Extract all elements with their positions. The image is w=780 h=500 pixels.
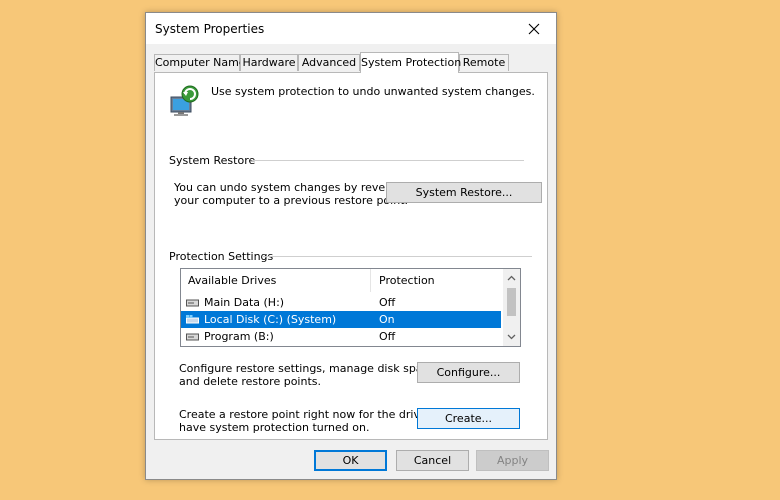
drive-protection: Off — [379, 330, 396, 343]
drives-list-header: Available Drives Protection — [181, 269, 501, 292]
tab-remote[interactable]: Remote — [459, 54, 509, 71]
hard-drive-icon — [186, 299, 199, 307]
tab-computer-name[interactable]: Computer Name — [154, 54, 246, 71]
system-properties-window: System Properties Computer Name Hardware… — [145, 12, 557, 480]
protection-settings-divider — [263, 256, 532, 257]
ok-button[interactable]: OK — [314, 450, 387, 471]
drive-row-main-data[interactable]: Main Data (H:) Off — [181, 294, 501, 311]
system-restore-description: You can undo system changes by reverting… — [174, 181, 411, 207]
drives-scrollbar[interactable] — [503, 269, 520, 346]
drive-name: Main Data (H:) — [204, 296, 285, 309]
title-bar[interactable]: System Properties — [146, 13, 556, 44]
drive-name: Program (B:) — [204, 330, 274, 343]
close-button[interactable] — [512, 13, 556, 44]
hard-drive-icon — [186, 333, 199, 341]
chevron-down-icon — [507, 334, 516, 340]
drive-row-local-disk[interactable]: Local Disk (C:) (System) On — [181, 311, 501, 328]
create-button[interactable]: Create... — [417, 408, 520, 429]
scroll-thumb[interactable] — [507, 288, 516, 316]
tab-advanced[interactable]: Advanced — [298, 54, 360, 71]
system-protection-icon — [169, 83, 201, 117]
system-protection-panel: Use system protection to undo unwanted s… — [154, 72, 548, 440]
close-icon — [528, 23, 540, 34]
intro-text: Use system protection to undo unwanted s… — [211, 85, 535, 98]
apply-button[interactable]: Apply — [476, 450, 549, 471]
system-restore-group-label: System Restore — [169, 154, 256, 167]
cancel-button[interactable]: Cancel — [396, 450, 469, 471]
window-title: System Properties — [155, 22, 265, 36]
tab-system-protection[interactable]: System Protection — [360, 52, 461, 73]
scroll-up-button[interactable] — [503, 270, 520, 286]
chevron-up-icon — [507, 275, 516, 281]
drive-protection: On — [379, 313, 395, 326]
tab-hardware[interactable]: Hardware — [240, 54, 298, 71]
scroll-down-button[interactable] — [503, 329, 520, 345]
configure-description: Configure restore settings, manage disk … — [179, 362, 439, 388]
drive-protection: Off — [379, 296, 396, 309]
system-restore-button[interactable]: System Restore... — [386, 182, 542, 203]
drive-row-program[interactable]: Program (B:) Off — [181, 328, 501, 345]
drives-list[interactable]: Available Drives Protection Main Data (H… — [180, 268, 521, 347]
drive-name: Local Disk (C:) (System) — [204, 313, 337, 326]
system-restore-divider — [252, 160, 524, 161]
protection-settings-group-label: Protection Settings — [169, 250, 274, 263]
system-drive-icon — [186, 315, 199, 324]
configure-button[interactable]: Configure... — [417, 362, 520, 383]
column-separator — [370, 269, 371, 292]
column-protection[interactable]: Protection — [379, 274, 435, 287]
column-available-drives[interactable]: Available Drives — [188, 274, 276, 287]
